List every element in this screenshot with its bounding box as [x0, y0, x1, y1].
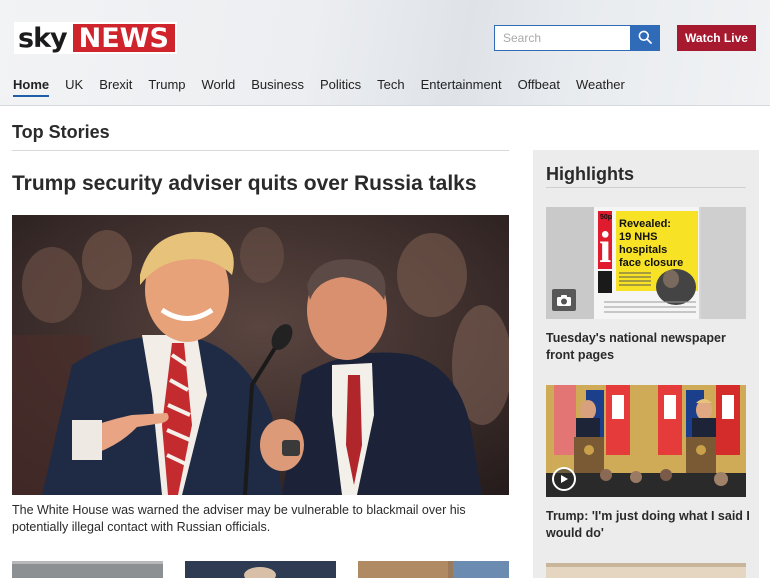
svg-text:face closure: face closure	[619, 257, 683, 269]
newspaper-price: 50p	[600, 214, 612, 221]
site-header: sky NEWS Watch Live Home UK Brexit Trump…	[0, 0, 770, 106]
svg-text:Revealed:: Revealed:	[619, 218, 671, 230]
highlight-image-front-pages[interactable]: 50p i Revealed: 19 NHS hospitals face cl…	[546, 207, 746, 319]
story-thumbnail[interactable]	[12, 561, 163, 578]
play-icon	[552, 467, 576, 491]
main-nav: Home UK Brexit Trump World Business Poli…	[13, 77, 641, 97]
story-thumbnail[interactable]	[358, 561, 509, 578]
lead-headline[interactable]: Trump security adviser quits over Russia…	[12, 172, 512, 196]
highlights-sidebar: Highlights 50p i Revealed: 19 NHS hospit…	[533, 150, 759, 578]
nav-item-entertainment[interactable]: Entertainment	[421, 77, 502, 97]
search-button[interactable]	[630, 25, 660, 51]
nav-item-offbeat[interactable]: Offbeat	[518, 77, 560, 97]
camera-icon	[552, 289, 576, 311]
nav-item-business[interactable]: Business	[251, 77, 304, 97]
logo-sky-text: sky	[14, 22, 71, 54]
watch-live-button[interactable]: Watch Live	[677, 25, 756, 51]
highlight-image-next[interactable]	[546, 563, 746, 578]
svg-text:19 NHS: 19 NHS	[619, 231, 658, 243]
nav-item-trump[interactable]: Trump	[148, 77, 185, 97]
search-input[interactable]	[494, 25, 630, 51]
nav-item-weather[interactable]: Weather	[576, 77, 625, 97]
highlight-caption[interactable]: Tuesday's national newspaper front pages	[546, 330, 751, 364]
logo-news-text: NEWS	[70, 22, 177, 54]
sidebar-divider	[546, 187, 746, 188]
nav-item-uk[interactable]: UK	[65, 77, 83, 97]
nav-item-politics[interactable]: Politics	[320, 77, 361, 97]
highlight-image-trump-trudeau[interactable]	[546, 385, 746, 497]
section-divider	[12, 150, 509, 151]
nav-item-tech[interactable]: Tech	[377, 77, 404, 97]
nav-item-brexit[interactable]: Brexit	[99, 77, 132, 97]
lead-summary: The White House was warned the adviser m…	[12, 503, 466, 534]
highlight-caption[interactable]: Trump: 'I'm just doing what I said I wou…	[546, 508, 751, 542]
sidebar-title: Highlights	[546, 164, 634, 184]
nav-item-world[interactable]: World	[202, 77, 236, 97]
search-icon	[638, 30, 652, 47]
sky-news-logo[interactable]: sky NEWS	[14, 22, 177, 54]
search-form	[494, 25, 660, 51]
lead-story-image[interactable]	[12, 215, 509, 495]
svg-text:hospitals: hospitals	[619, 244, 667, 256]
newspaper-masthead: i	[599, 223, 611, 272]
section-title: Top Stories	[12, 122, 110, 142]
story-thumbnail[interactable]	[185, 561, 336, 578]
nav-item-home[interactable]: Home	[13, 77, 50, 97]
